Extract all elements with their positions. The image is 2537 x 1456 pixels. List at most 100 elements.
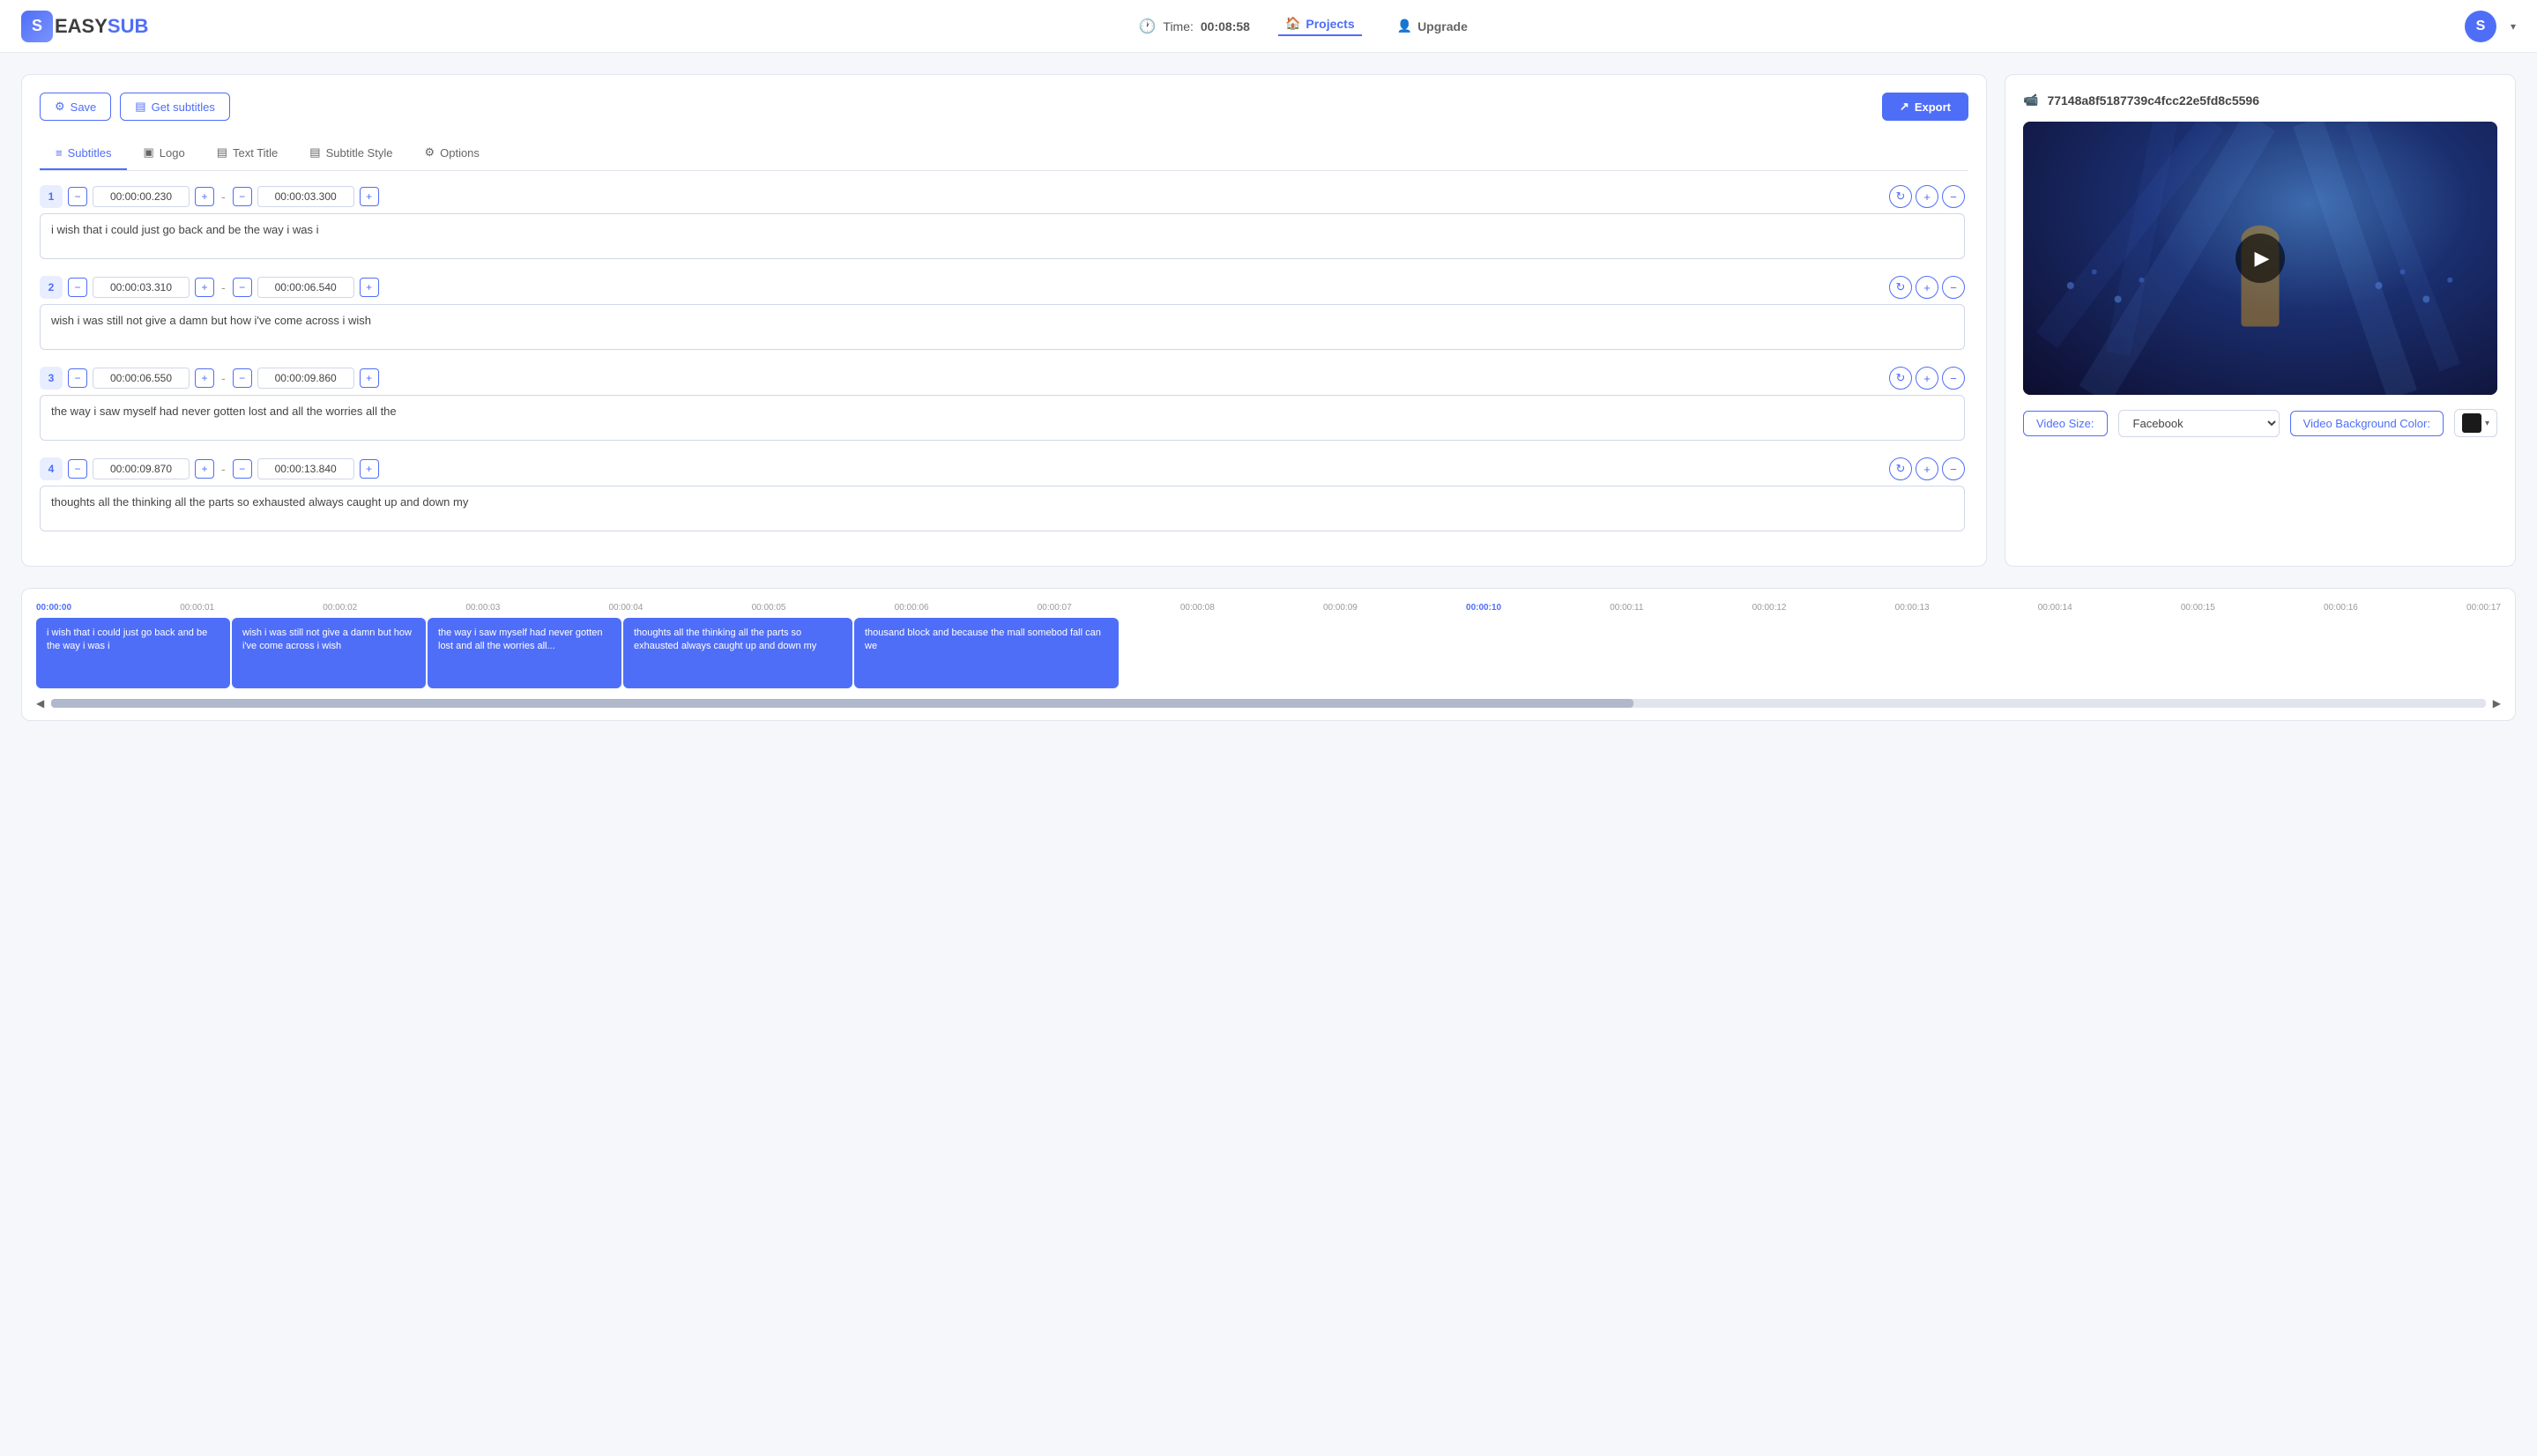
play-icon: ▶	[2255, 247, 2270, 270]
separator-3: -	[221, 371, 226, 385]
home-icon: 🏠	[1285, 16, 1300, 31]
ruler-ticks: 00:00:00 00:00:01 00:00:02 00:00:03 00:0…	[36, 603, 2501, 613]
nav-projects[interactable]: 🏠 Projects	[1278, 16, 1362, 36]
main-content: ⚙ Save ▤ Get subtitles ↗ Export ≡ Subtit…	[0, 53, 2537, 588]
scrollbar-thumb[interactable]	[51, 699, 1633, 708]
refresh-btn-4[interactable]: ↻	[1889, 457, 1912, 480]
subtitle-text-4[interactable]: thoughts all the thinking all the parts …	[40, 486, 1965, 531]
subtitle-item-3: 3 − + - − + ↻ + − the way i saw myself h…	[40, 367, 1965, 443]
chevron-down-icon: ▾	[2485, 419, 2489, 428]
track-4[interactable]: thoughts all the thinking all the parts …	[623, 618, 852, 688]
add-btn-4[interactable]: +	[1916, 457, 1938, 480]
save-button[interactable]: ⚙ Save	[40, 93, 111, 121]
track-5[interactable]: thousand block and because the mall some…	[854, 618, 1119, 688]
track-1[interactable]: i wish that i could just go back and be …	[36, 618, 230, 688]
header-right: S ▾	[2465, 11, 2516, 42]
start-minus-btn-3[interactable]: −	[68, 368, 87, 388]
end-time-input-3[interactable]	[257, 368, 354, 389]
refresh-btn-3[interactable]: ↻	[1889, 367, 1912, 390]
start-time-input-2[interactable]	[93, 277, 190, 298]
refresh-btn-2[interactable]: ↻	[1889, 276, 1912, 299]
video-size-select[interactable]: Facebook YouTube Instagram Twitter	[2118, 410, 2280, 437]
subtitle-text-3[interactable]: the way i saw myself had never gotten lo…	[40, 395, 1965, 441]
start-minus-btn-4[interactable]: −	[68, 459, 87, 479]
ruler-tick-17: 00:00:17	[2466, 603, 2501, 613]
left-panel: ⚙ Save ▤ Get subtitles ↗ Export ≡ Subtit…	[21, 74, 1987, 567]
subtitle-text-2[interactable]: wish i was still not give a damn but how…	[40, 304, 1965, 350]
track-text-4: thoughts all the thinking all the parts …	[634, 628, 816, 651]
ruler-tick-13: 00:00:13	[1895, 603, 1930, 613]
timeline-scrollbar-row: ◀ ▶	[22, 697, 2515, 720]
tab-subtitle-style[interactable]: ▤ Subtitle Style	[294, 137, 408, 170]
get-subtitles-button[interactable]: ▤ Get subtitles	[120, 93, 230, 121]
action-btns-1: ↻ + −	[1889, 185, 1965, 208]
end-time-input-2[interactable]	[257, 277, 354, 298]
start-time-input-1[interactable]	[93, 186, 190, 207]
remove-btn-1[interactable]: −	[1942, 185, 1965, 208]
tab-logo[interactable]: ▣ Logo	[127, 137, 200, 170]
refresh-btn-1[interactable]: ↻	[1889, 185, 1912, 208]
ruler-tick-8: 00:00:08	[1180, 603, 1215, 613]
add-btn-2[interactable]: +	[1916, 276, 1938, 299]
scroll-right-arrow[interactable]: ▶	[2493, 697, 2501, 709]
nav-upgrade[interactable]: 👤 Upgrade	[1390, 19, 1475, 33]
color-swatch	[2462, 413, 2481, 433]
tab-options[interactable]: ⚙ Options	[408, 137, 495, 170]
ruler-tick-6: 00:00:06	[895, 603, 929, 613]
end-plus-btn-1[interactable]: +	[360, 187, 379, 206]
scrollbar-track[interactable]	[51, 699, 2486, 708]
ruler-tick-14: 00:00:14	[2038, 603, 2072, 613]
logo-easy: EASY	[55, 15, 108, 38]
start-plus-btn-2[interactable]: +	[195, 278, 214, 297]
start-plus-btn-1[interactable]: +	[195, 187, 214, 206]
end-time-input-4[interactable]	[257, 458, 354, 479]
nav-projects-label: Projects	[1306, 17, 1354, 31]
track-2[interactable]: wish i was still not give a damn but how…	[232, 618, 426, 688]
start-time-input-3[interactable]	[93, 368, 190, 389]
track-text-2: wish i was still not give a damn but how…	[242, 628, 412, 651]
toolbar-left: ⚙ Save ▤ Get subtitles	[40, 93, 230, 121]
track-text-1: i wish that i could just go back and be …	[47, 628, 207, 651]
header-center: 🕐 Time: 00:08:58 🏠 Projects 👤 Upgrade	[1138, 16, 1474, 36]
subtitle-style-tab-icon: ▤	[309, 145, 320, 160]
export-button[interactable]: ↗ Export	[1882, 93, 1968, 121]
export-icon: ↗	[1900, 100, 1909, 114]
user-icon: 👤	[1397, 19, 1412, 33]
video-id: 77148a8f5187739c4fcc22e5fd8c5596	[2047, 93, 2259, 108]
add-btn-3[interactable]: +	[1916, 367, 1938, 390]
subtitle-item-4: 4 − + - − + ↻ + − thoughts all the think…	[40, 457, 1965, 534]
subtitle-number-4: 4	[40, 457, 63, 480]
remove-btn-4[interactable]: −	[1942, 457, 1965, 480]
end-minus-btn-1[interactable]: −	[233, 187, 252, 206]
ruler-tick-5: 00:00:05	[752, 603, 786, 613]
end-time-input-1[interactable]	[257, 186, 354, 207]
tab-subtitles[interactable]: ≡ Subtitles	[40, 137, 127, 170]
logo-tab-label: Logo	[160, 146, 185, 160]
start-minus-btn-1[interactable]: −	[68, 187, 87, 206]
remove-btn-2[interactable]: −	[1942, 276, 1965, 299]
end-plus-btn-2[interactable]: +	[360, 278, 379, 297]
start-plus-btn-4[interactable]: +	[195, 459, 214, 479]
add-btn-1[interactable]: +	[1916, 185, 1938, 208]
start-minus-btn-2[interactable]: −	[68, 278, 87, 297]
separator-1: -	[221, 189, 226, 204]
subtitle-number-1: 1	[40, 185, 63, 208]
ruler-tick-2: 00:00:02	[323, 603, 357, 613]
subtitle-text-1[interactable]: i wish that i could just go back and be …	[40, 213, 1965, 259]
scroll-left-arrow[interactable]: ◀	[36, 697, 44, 709]
start-time-input-4[interactable]	[93, 458, 190, 479]
text-title-tab-icon: ▤	[217, 145, 227, 160]
end-plus-btn-4[interactable]: +	[360, 459, 379, 479]
play-button[interactable]: ▶	[2236, 234, 2285, 283]
start-plus-btn-3[interactable]: +	[195, 368, 214, 388]
track-3[interactable]: the way i saw myself had never gotten lo…	[428, 618, 621, 688]
end-minus-btn-3[interactable]: −	[233, 368, 252, 388]
tab-text-title[interactable]: ▤ Text Title	[201, 137, 294, 170]
remove-btn-3[interactable]: −	[1942, 367, 1965, 390]
avatar[interactable]: S	[2465, 11, 2496, 42]
end-plus-btn-3[interactable]: +	[360, 368, 379, 388]
action-btns-4: ↻ + −	[1889, 457, 1965, 480]
end-minus-btn-2[interactable]: −	[233, 278, 252, 297]
end-minus-btn-4[interactable]: −	[233, 459, 252, 479]
color-picker[interactable]: ▾	[2454, 409, 2497, 437]
